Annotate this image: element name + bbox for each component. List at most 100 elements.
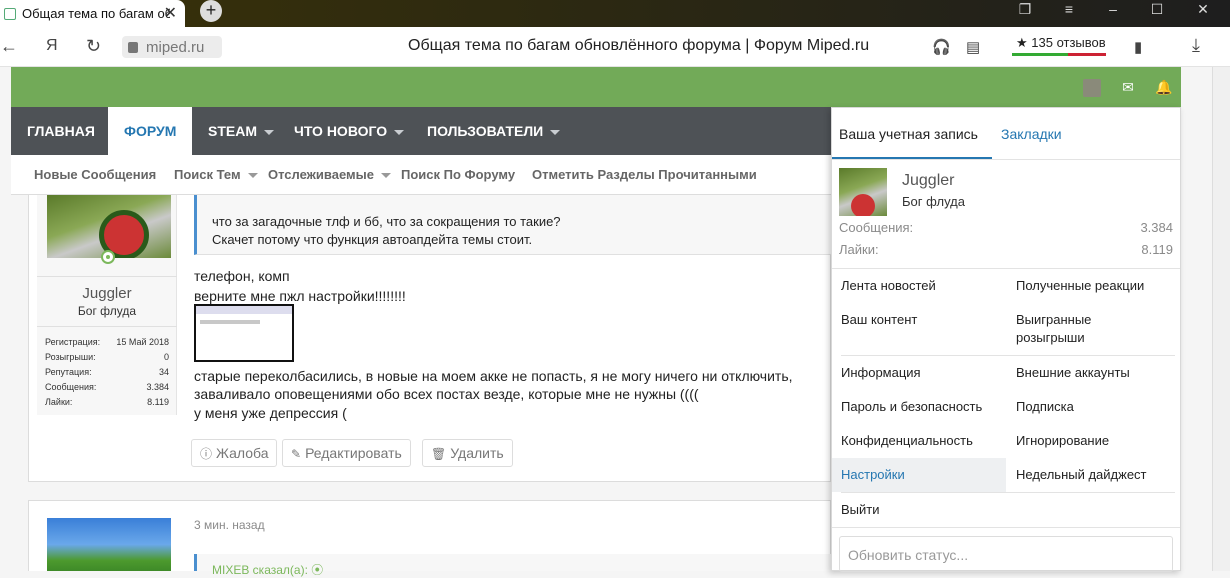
close-window-icon[interactable]: ✕ <box>1188 0 1218 20</box>
menu-item-external-accounts[interactable]: Внешние аккаунты <box>1016 364 1130 382</box>
menu-icon[interactable]: ≡ <box>1054 0 1084 20</box>
menu-item-logout[interactable]: Выйти <box>841 501 880 519</box>
menu-item-settings[interactable]: Настройки <box>832 458 1006 492</box>
tab-account[interactable]: Ваша учетная запись <box>839 126 978 142</box>
quote-block: что за загадочные тлф и бб, что за сокра… <box>194 195 831 255</box>
menu-item-your-content[interactable]: Ваш контент <box>841 311 917 329</box>
nav-forum[interactable]: ФОРУМ <box>108 107 193 155</box>
url-field[interactable]: miped.ru <box>122 36 222 58</box>
divider <box>37 276 177 277</box>
sub-nav: Новые Сообщения Поиск Тем Отслеживаемые … <box>11 155 831 195</box>
back-icon[interactable]: ← <box>0 36 18 57</box>
avatar-icon[interactable] <box>1083 79 1101 97</box>
post-time[interactable]: 3 мин. назад <box>194 518 265 532</box>
stat-row: Репутация: 34 <box>45 367 169 382</box>
user-stats: Регистрация: 15 Май 2018 Розыгрыши: 0 Репу… <box>45 337 169 412</box>
bookmark-icon[interactable]: ▮ <box>1134 38 1142 56</box>
report-button[interactable]: ⓘ Жалоба <box>191 439 278 467</box>
avatar[interactable] <box>839 168 887 216</box>
address-bar: ← Я ↻ miped.ru Общая тема по багам обнов… <box>0 27 1230 67</box>
delete-button[interactable]: 🗑 Удалить <box>422 439 513 467</box>
info-icon: ⓘ <box>200 447 213 461</box>
nav-steam-label: STEAM <box>208 123 257 139</box>
download-icon[interactable]: ⤓ <box>1192 35 1200 56</box>
scrollbar[interactable] <box>1212 67 1230 571</box>
avatar[interactable] <box>47 195 171 258</box>
menu-user-title: Бог флуда <box>902 194 965 209</box>
stat-label: Регистрация: <box>45 337 101 347</box>
stat-value: 15 Май 2018 <box>116 337 169 347</box>
stat-row: Сообщения: 3.384 <box>839 220 1173 235</box>
browser-tab[interactable]: Общая тема по багам обновлённого форума … <box>0 0 185 27</box>
browser-tab-bar: Общая тема по багам обновлённого форума … <box>0 0 1230 27</box>
quote-line: Скачет потому что функция автоапдейта те… <box>212 232 533 247</box>
chevron-down-icon <box>247 173 258 179</box>
attachment-thumbnail[interactable] <box>194 304 294 362</box>
subnav-watched[interactable]: Отслеживаемые <box>268 167 391 182</box>
edit-icon: ✎ <box>291 447 302 461</box>
tabs-icon[interactable]: ❐ <box>1010 0 1040 20</box>
status-input[interactable]: Обновить статус... <box>839 536 1173 572</box>
yandex-logo[interactable]: Я <box>46 37 58 55</box>
avatar[interactable] <box>47 518 171 571</box>
subnav-search-forum[interactable]: Поиск По Форуму <box>401 167 515 182</box>
menu-item-won-giveaways[interactable]: Выигранные розыгрыши <box>1016 311 1136 347</box>
stat-value: 34 <box>158 367 169 377</box>
bell-icon[interactable]: 🔔 <box>1155 79 1173 97</box>
delete-label: Удалить <box>450 445 504 461</box>
quote-author[interactable]: MIXEB сказал(а): ⦿ <box>212 561 323 578</box>
trash-icon: 🗑 <box>431 447 447 461</box>
post-text-line: старые переколбасились, в новые на моем … <box>194 368 793 384</box>
tab-bookmarks[interactable]: Закладки <box>1001 126 1062 142</box>
menu-item-subscription[interactable]: Подписка <box>1016 398 1074 416</box>
stat-row: Лайки: 8.119 <box>45 397 169 412</box>
divider <box>841 355 1175 356</box>
subnav-new-posts[interactable]: Новые Сообщения <box>34 167 156 182</box>
nav-users[interactable]: ПОЛЬЗОВАТЕЛИ <box>411 107 576 155</box>
forum-header-bar: ✉ 🔔 <box>11 67 1181 107</box>
subnav-mark-read[interactable]: Отметить Разделы Прочитанными <box>532 167 757 182</box>
post-username[interactable]: Juggler <box>37 285 177 302</box>
stat-value[interactable]: 3.384 <box>1140 220 1173 235</box>
post-text-line: верните мне пжл настройки!!!!!!!! <box>194 288 406 304</box>
menu-item-privacy[interactable]: Конфиденциальность <box>841 432 973 450</box>
favicon-icon <box>4 7 16 20</box>
stat-label: Сообщения: <box>45 382 97 392</box>
nav-home[interactable]: ГЛАВНАЯ <box>11 107 111 155</box>
nav-whats-new-label: ЧТО НОВОГО <box>294 123 388 139</box>
divider <box>832 268 1180 269</box>
stat-label: Лайки: <box>45 397 73 407</box>
headphones-icon[interactable]: 🎧 <box>932 38 951 56</box>
mail-icon[interactable]: ✉ <box>1119 79 1137 97</box>
chevron-down-icon <box>380 173 391 179</box>
subnav-watched-label: Отслеживаемые <box>268 167 374 182</box>
nav-steam[interactable]: STEAM <box>192 107 290 155</box>
lock-icon <box>128 41 138 53</box>
minimize-icon[interactable]: – <box>1098 0 1128 20</box>
nav-whats-new[interactable]: ЧТО НОВОГО <box>278 107 420 155</box>
edit-button[interactable]: ✎ Редактировать <box>282 439 411 467</box>
maximize-icon[interactable]: ☐ <box>1142 0 1172 20</box>
reload-icon[interactable]: ↻ <box>86 36 101 57</box>
menu-item-ignoring[interactable]: Игнорирование <box>1016 432 1109 450</box>
page-title: Общая тема по багам обновлённого форума … <box>408 37 870 54</box>
divider <box>37 326 177 327</box>
reader-icon[interactable]: ▤ <box>966 38 980 56</box>
subnav-search-threads[interactable]: Поиск Тем <box>174 167 258 182</box>
nav-users-label: ПОЛЬЗОВАТЕЛИ <box>427 123 544 139</box>
close-tab-icon[interactable]: ✕ <box>164 3 177 23</box>
menu-item-password-security[interactable]: Пароль и безопасность <box>841 398 982 416</box>
menu-item-news-feed[interactable]: Лента новостей <box>841 277 936 295</box>
url-text: miped.ru <box>146 38 205 56</box>
stat-value: 3.384 <box>146 382 169 392</box>
menu-item-reactions[interactable]: Полученные реакции <box>1016 277 1144 295</box>
new-tab-button[interactable]: + <box>200 0 222 22</box>
divider <box>832 159 1180 160</box>
stat-row: Сообщения: 3.384 <box>45 382 169 397</box>
menu-username[interactable]: Juggler <box>902 172 954 190</box>
stat-row: Лайки: 8.119 <box>839 242 1173 257</box>
menu-item-weekly-digest[interactable]: Недельный дайджест <box>1016 466 1147 484</box>
reviews-badge[interactable]: ★ 135 отзывов <box>1012 32 1106 56</box>
stat-value[interactable]: 8.119 <box>1141 242 1173 257</box>
menu-item-information[interactable]: Информация <box>841 364 921 382</box>
